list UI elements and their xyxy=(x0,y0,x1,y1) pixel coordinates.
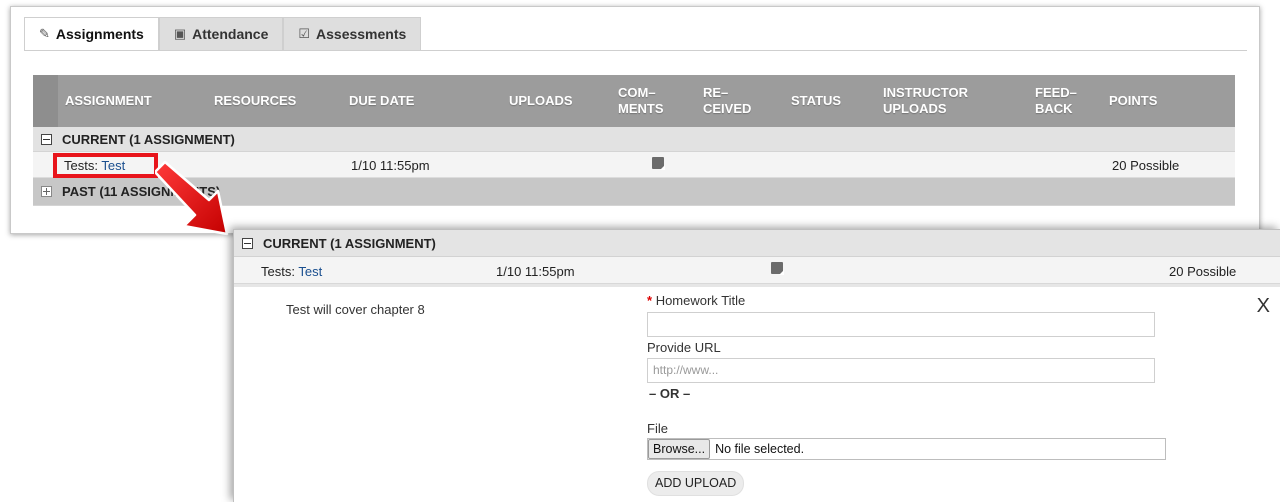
checkbox-icon: ☑ xyxy=(298,26,311,41)
add-upload-button[interactable]: ADD UPLOAD xyxy=(647,471,745,496)
col-feedback-line2: BACK xyxy=(1035,101,1073,116)
col-received-line2: CEIVED xyxy=(703,101,752,116)
homework-title-label: * Homework Title xyxy=(647,293,745,308)
col-instructor-line2: UPLOADS xyxy=(883,101,947,116)
col-feedback[interactable]: FEED– BACK xyxy=(1035,85,1077,117)
col-status[interactable]: STATUS xyxy=(791,93,841,109)
comment-icon[interactable] xyxy=(652,157,665,170)
url-input[interactable]: http://www... xyxy=(647,358,1155,383)
points-cell: 20 Possible xyxy=(1169,264,1237,279)
due-date-cell: 1/10 11:55pm xyxy=(351,158,430,173)
tab-attendance[interactable]: ▣ Attendance xyxy=(158,17,284,50)
row-divider xyxy=(234,284,1280,287)
required-marker: * xyxy=(647,293,653,308)
col-due-date[interactable]: DUE DATE xyxy=(349,93,414,109)
calendar-check-icon: ▣ xyxy=(173,26,187,41)
comment-icon[interactable] xyxy=(771,262,784,275)
col-instructor-line1: INSTRUCTOR xyxy=(883,85,968,100)
col-feedback-line1: FEED– xyxy=(1035,85,1077,100)
collapse-icon[interactable] xyxy=(242,237,253,249)
group-current[interactable]: CURRENT (1 ASSIGNMENT) xyxy=(234,230,1280,257)
tab-label: Assessments xyxy=(316,26,407,42)
col-points[interactable]: POINTS xyxy=(1109,93,1157,109)
browse-button[interactable]: Browse... xyxy=(648,439,711,459)
assignment-cell[interactable]: Tests: Test xyxy=(261,264,322,279)
header-gutter xyxy=(33,75,58,127)
expand-icon[interactable] xyxy=(41,186,52,197)
homework-title-text: Homework Title xyxy=(655,293,746,308)
assignment-link[interactable]: Test xyxy=(298,264,322,279)
tab-bar: ✎ Assignments ▣ Attendance ☑ Assessments xyxy=(24,17,422,50)
points-cell: 20 Possible xyxy=(1112,158,1180,173)
col-uploads[interactable]: UPLOADS xyxy=(509,93,573,109)
col-received-line1: RE– xyxy=(703,85,729,100)
tab-label: Assignments xyxy=(55,26,144,42)
col-comments[interactable]: COM– MENTS xyxy=(618,85,664,117)
assignment-description: Test will cover chapter 8 xyxy=(286,302,425,317)
col-comments-line1: COM– xyxy=(618,85,656,100)
file-label: File xyxy=(647,421,668,436)
close-button[interactable]: X xyxy=(1257,295,1270,318)
tab-label: Attendance xyxy=(192,26,269,42)
col-assignment[interactable]: ASSIGNMENT xyxy=(65,93,152,109)
col-resources[interactable]: RESOURCES xyxy=(214,93,296,109)
edit-icon: ✎ xyxy=(39,26,50,41)
tab-assignments[interactable]: ✎ Assignments xyxy=(24,17,159,50)
file-status: No file selected. xyxy=(715,442,805,456)
table-row[interactable]: Tests: Test 1/10 11:55pm 20 Possible xyxy=(234,257,1280,284)
tab-divider xyxy=(24,50,1247,51)
url-label: Provide URL xyxy=(647,340,721,355)
or-separator: – OR – xyxy=(649,386,691,401)
highlight-box xyxy=(53,153,158,178)
col-instructor-uploads[interactable]: INSTRUCTOR UPLOADS xyxy=(883,85,968,117)
assignment-type: Tests: xyxy=(261,264,295,279)
assignment-detail-panel: CURRENT (1 ASSIGNMENT) Tests: Test 1/10 … xyxy=(233,229,1280,502)
collapse-icon[interactable] xyxy=(41,133,52,145)
homework-title-input[interactable] xyxy=(647,312,1155,337)
group-current-label: CURRENT (1 ASSIGNMENT) xyxy=(263,235,436,251)
tab-assessments[interactable]: ☑ Assessments xyxy=(283,17,422,50)
due-date-cell: 1/10 11:55pm xyxy=(496,264,575,279)
file-input[interactable]: Browse... No file selected. xyxy=(647,438,1166,460)
callout-arrow-icon xyxy=(155,160,229,236)
group-current[interactable]: CURRENT (1 ASSIGNMENT) xyxy=(33,127,1235,152)
table-header: ASSIGNMENT RESOURCES DUE DATE UPLOADS CO… xyxy=(33,75,1235,127)
group-current-label: CURRENT (1 ASSIGNMENT) xyxy=(62,131,235,147)
col-received[interactable]: RE– CEIVED xyxy=(703,85,751,117)
col-comments-line2: MENTS xyxy=(618,101,664,116)
